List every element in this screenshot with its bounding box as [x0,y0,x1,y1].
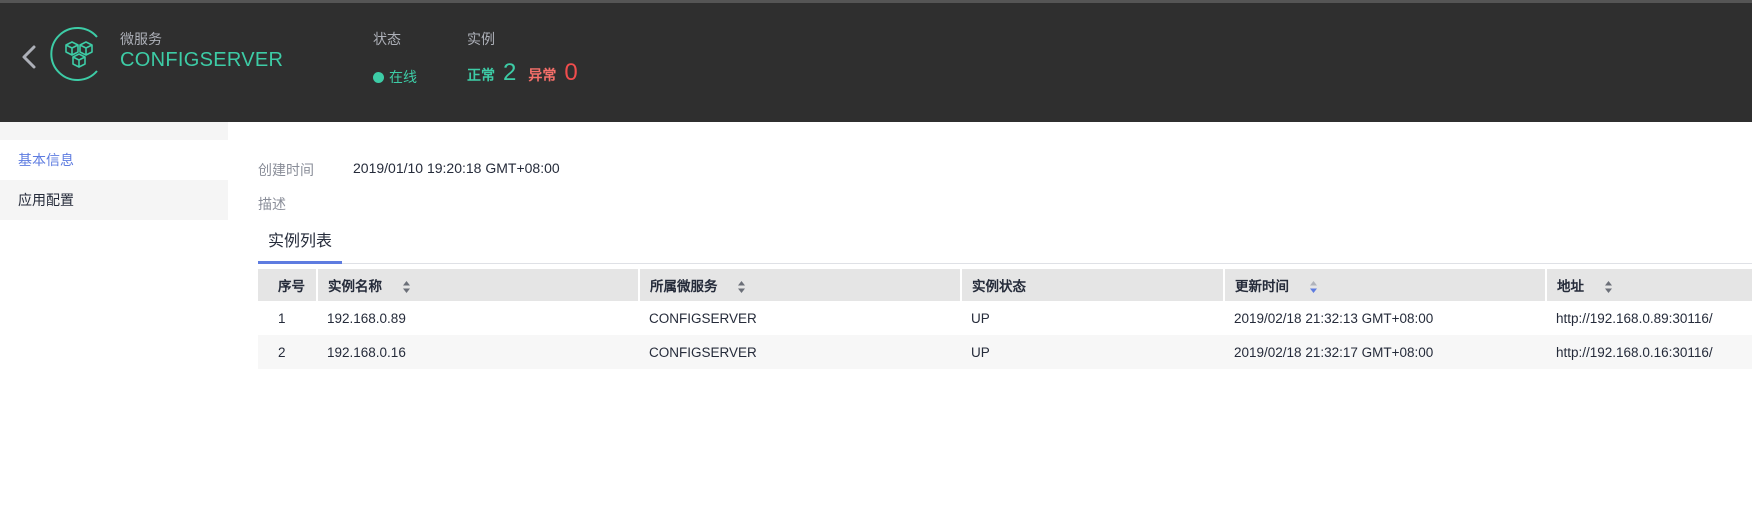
abnormal-label: 异常 [528,67,557,83]
cell-index: 1 [278,310,286,326]
sidebar-item-app-config[interactable]: 应用配置 [0,180,228,220]
tab-instance-list[interactable]: 实例列表 [258,228,342,264]
tab-bar: 实例列表 [258,228,1752,264]
created-time-label: 创建时间 [258,162,314,178]
description-label: 描述 [258,196,286,212]
table-header-row: 序号 实例名称 所属微服务 实例状态 更新时间 地址 [258,269,1752,301]
cell-status: UP [961,335,1224,369]
cell-update-time: 2019/02/18 21:32:17 GMT+08:00 [1224,335,1546,369]
cell-instance-name: 192.168.0.16 [317,335,639,369]
normal-count: 2 [503,59,517,86]
cell-microservice: CONFIGSERVER [649,310,757,326]
status-text: 在线 [389,69,417,85]
sort-icon[interactable] [402,280,411,294]
sort-desc-icon[interactable] [1309,280,1318,294]
instance-table: 序号 实例名称 所属微服务 实例状态 更新时间 地址 1 192.168.0.8… [258,269,1752,369]
abnormal-count: 0 [564,59,578,86]
cell-address: http://192.168.0.89:30116/ [1556,310,1713,326]
sidebar-item-basic-info[interactable]: 基本信息 [0,140,228,180]
cell-update-time: 2019/02/18 21:32:13 GMT+08:00 [1234,310,1434,326]
sort-icon[interactable] [737,280,746,294]
sidebar-spacer [0,122,228,140]
column-header-update-time[interactable]: 更新时间 [1223,269,1546,301]
service-caption: 微服务 [120,31,162,47]
cell-status: UP [971,310,990,326]
status-caption: 状态 [373,31,401,47]
column-header-instance-status: 实例状态 [960,269,1224,301]
cell-address: http://192.168.0.16:30116/ [1546,335,1752,369]
instance-caption: 实例 [467,31,495,47]
column-header-index: 序号 [258,269,317,301]
service-header: 微服务 CONFIGSERVER 状态 在线 实例 正常 2 异常 0 [0,0,1752,122]
chevron-left-icon[interactable] [18,41,42,73]
created-time-value: 2019/01/10 19:20:18 GMT+08:00 [353,160,560,176]
column-header-instance-name[interactable]: 实例名称 [316,269,639,301]
cell-instance-name: 192.168.0.89 [327,310,406,326]
microservice-cubes-icon [50,27,98,81]
sidebar: 基本信息 应用配置 [0,122,228,529]
normal-label: 正常 [467,67,495,83]
cell-microservice: CONFIGSERVER [639,335,961,369]
column-header-microservice[interactable]: 所属微服务 [638,269,961,301]
service-name: CONFIGSERVER [120,49,284,71]
sort-icon[interactable] [1604,280,1613,294]
instance-stats: 正常 2 异常 0 [467,59,578,87]
table-row: 2 192.168.0.16 CONFIGSERVER UP 2019/02/1… [258,335,1752,369]
online-dot-icon [373,71,384,83]
cell-index: 2 [258,335,317,369]
status-badge: 在线 [373,67,417,87]
table-row: 1 192.168.0.89 CONFIGSERVER UP 2019/02/1… [258,301,1752,335]
column-header-address[interactable]: 地址 [1545,269,1752,301]
